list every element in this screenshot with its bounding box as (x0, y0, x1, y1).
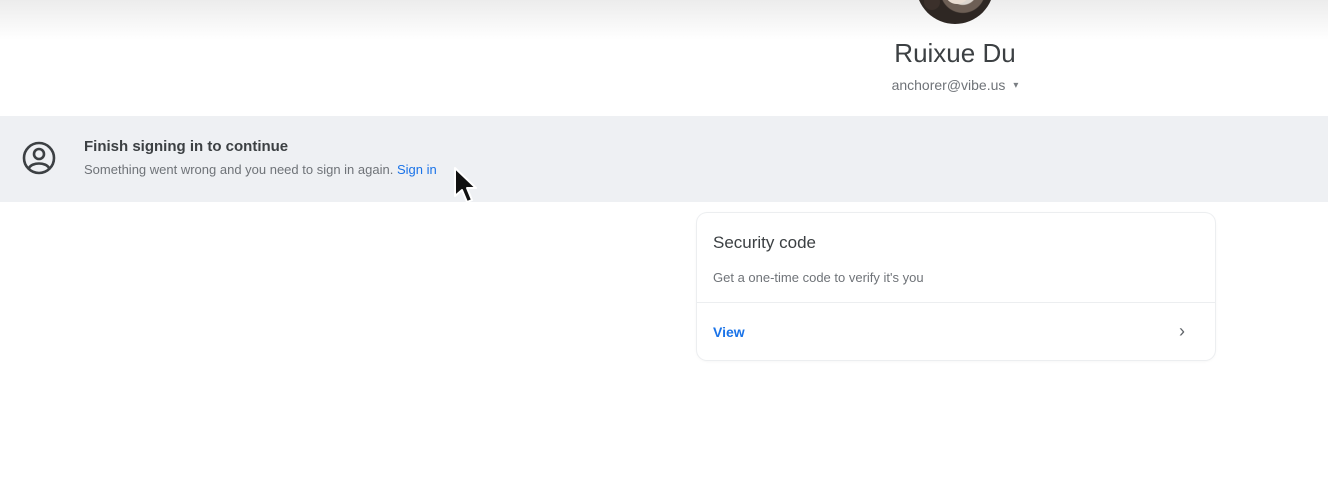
profile-email: anchorer@vibe.us (891, 77, 1006, 93)
avatar-face (946, 0, 968, 4)
profile-name: Ruixue Du (894, 38, 1016, 68)
account-switcher[interactable]: anchorer@vibe.us ▾ (860, 77, 1050, 93)
avatar-shade (924, 0, 940, 10)
card-description: Get a one-time code to verify it's you (713, 270, 924, 285)
security-code-card: Security code Get a one-time code to ver… (697, 213, 1215, 360)
banner-title: Finish signing in to continue (84, 138, 289, 155)
top-shade (0, 0, 1328, 40)
banner-message-line: Something went wrong and you need to sig… (84, 162, 437, 177)
card-title: Security code (713, 233, 816, 252)
banner-message: Something went wrong and you need to sig… (84, 162, 394, 177)
mouse-pointer-icon (454, 167, 477, 203)
sign-in-banner (0, 116, 1328, 202)
view-link[interactable]: View (713, 324, 745, 340)
chevron-down-icon: ▾ (1013, 79, 1019, 91)
view-security-code-row[interactable]: View › (697, 303, 1215, 360)
chevron-right-icon: › (1179, 321, 1185, 341)
account-circle-icon (22, 141, 56, 175)
sign-in-link[interactable]: Sign in (397, 162, 437, 177)
